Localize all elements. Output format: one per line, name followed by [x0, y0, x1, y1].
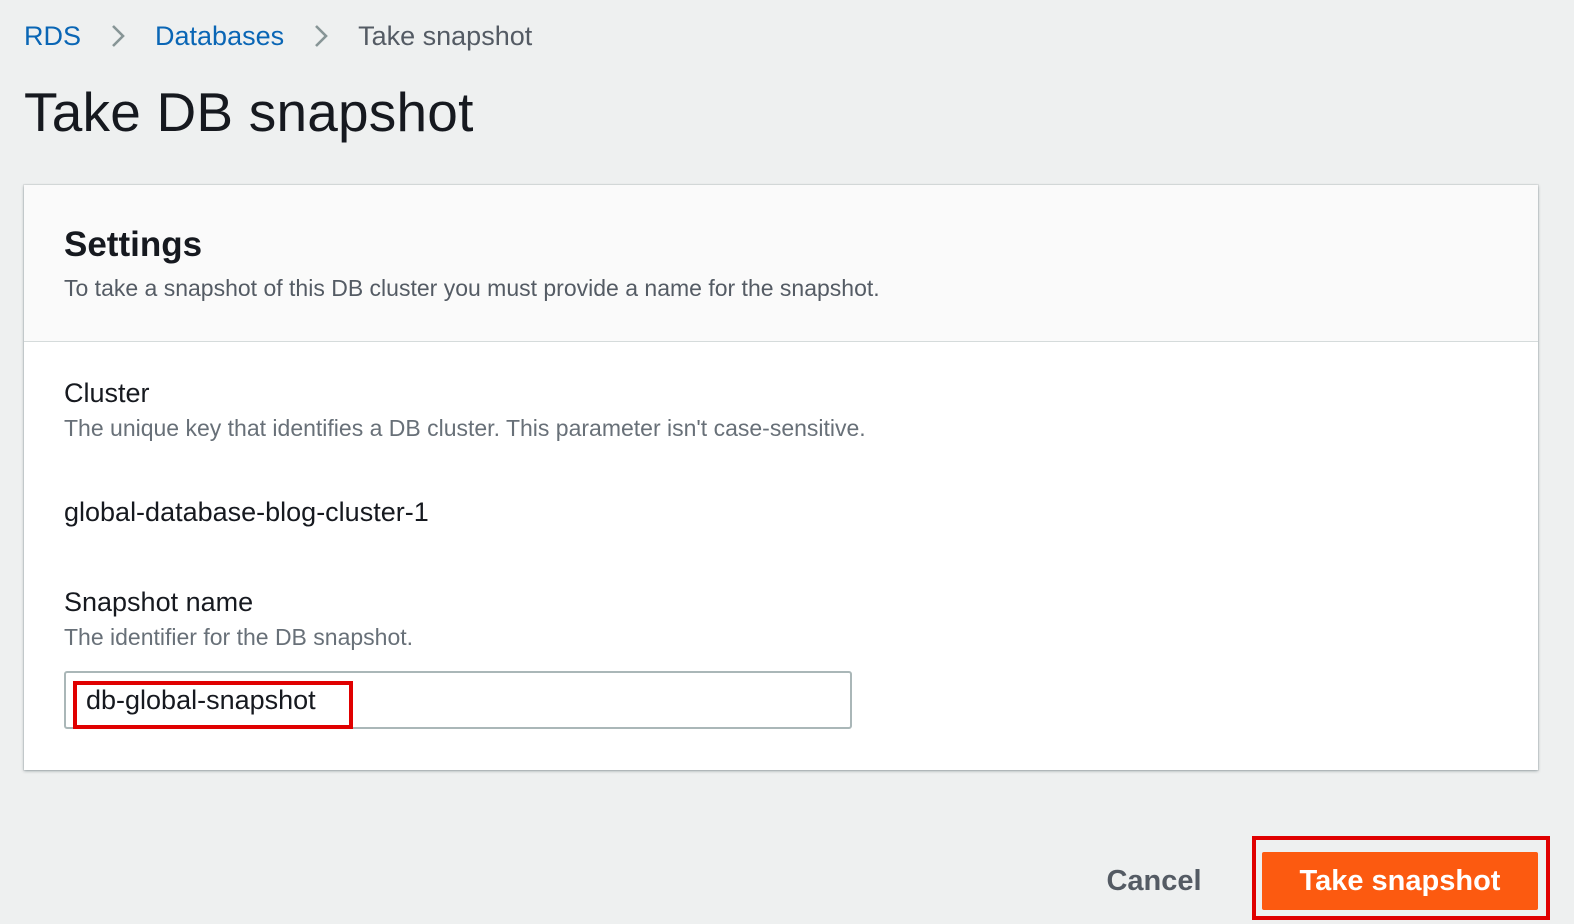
page-title: Take DB snapshot: [24, 81, 474, 143]
snapshot-name-input[interactable]: [66, 673, 850, 727]
cancel-button[interactable]: Cancel: [1092, 852, 1216, 910]
chevron-right-icon: [81, 23, 155, 49]
breadcrumb-link-rds[interactable]: RDS: [24, 21, 81, 52]
cluster-label: Cluster: [64, 378, 150, 408]
cluster-value: global-database-blog-cluster-1: [64, 497, 429, 527]
settings-description: To take a snapshot of this DB cluster yo…: [64, 275, 880, 301]
settings-panel-header: Settings To take a snapshot of this DB c…: [24, 185, 1538, 342]
breadcrumb-current-page: Take snapshot: [358, 20, 533, 51]
breadcrumb: RDS Databases Take snapshot: [24, 14, 532, 58]
breadcrumb-link-databases[interactable]: Databases: [155, 21, 284, 52]
settings-panel: Settings To take a snapshot of this DB c…: [24, 185, 1538, 770]
snapshot-name-field[interactable]: [64, 671, 852, 729]
snapshot-name-label: Snapshot name: [64, 587, 254, 617]
take-snapshot-button[interactable]: Take snapshot: [1262, 852, 1538, 910]
snapshot-name-description: The identifier for the DB snapshot.: [64, 624, 414, 650]
settings-heading: Settings: [64, 225, 203, 264]
cluster-description: The unique key that identifies a DB clus…: [64, 415, 866, 441]
chevron-right-icon: [284, 23, 358, 49]
